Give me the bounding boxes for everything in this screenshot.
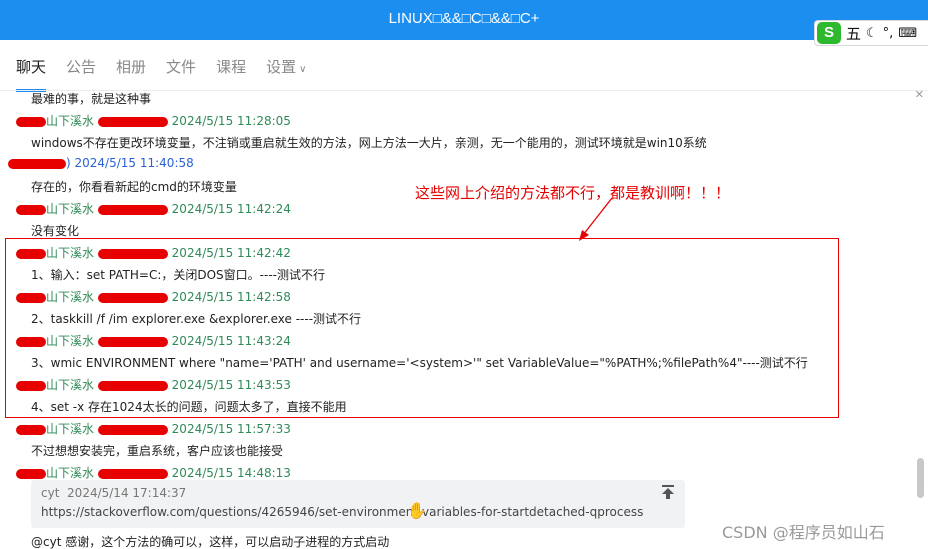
message-header: 山下溪水 2024/5/15 14:48:13 bbox=[16, 464, 291, 481]
highlight-box bbox=[5, 238, 839, 418]
message-text: 没有变化 bbox=[31, 224, 80, 238]
message-time: 2024/5/15 11:40:58 bbox=[74, 156, 194, 170]
quoted-message[interactable]: cyt 2024/5/14 17:14:37 https://stackover… bbox=[31, 480, 685, 528]
tab-courses[interactable]: 课程 bbox=[216, 52, 246, 86]
tab-announcement[interactable]: 公告 bbox=[66, 52, 96, 86]
hand-cursor-icon: ✋ bbox=[407, 501, 427, 520]
annotation-arrow-icon bbox=[579, 197, 613, 241]
redaction-mark bbox=[97, 116, 168, 127]
close-icon[interactable]: ✕ bbox=[915, 88, 924, 101]
quote-link[interactable]: https://stackoverflow.com/questions/4265… bbox=[41, 505, 643, 519]
ime-mode-label[interactable]: 五 bbox=[846, 23, 861, 44]
sender-name[interactable]: 山下溪水 bbox=[46, 466, 94, 480]
keyboard-icon[interactable]: ⌨ bbox=[898, 26, 917, 41]
scroll-to-top-icon[interactable] bbox=[661, 484, 675, 500]
sogou-logo-icon[interactable]: S bbox=[817, 22, 841, 44]
redaction-mark bbox=[97, 468, 168, 479]
scrollbar[interactable] bbox=[917, 458, 924, 498]
title-bar: LINUX□&&□C□&&□C+ bbox=[0, 0, 928, 40]
redaction-mark bbox=[97, 204, 168, 215]
sender-name[interactable]: ) bbox=[66, 156, 71, 170]
tab-album[interactable]: 相册 bbox=[116, 52, 146, 86]
tab-bar: 聊天 公告 相册 文件 课程 设置 ∨ bbox=[0, 52, 310, 92]
annotation-text: 这些网上介绍的方法都不行，都是教训啊！！！ bbox=[415, 184, 731, 202]
tab-files[interactable]: 文件 bbox=[166, 52, 196, 86]
moon-icon[interactable]: ☾ bbox=[866, 26, 878, 41]
quote-header: cyt 2024/5/14 17:14:37 bbox=[41, 486, 186, 500]
sender-name[interactable]: 山下溪水 bbox=[46, 114, 94, 128]
message-time: 2024/5/15 11:28:05 bbox=[171, 114, 291, 128]
tab-chat[interactable]: 聊天 bbox=[16, 52, 47, 92]
message-header: ) 2024/5/15 11:40:58 bbox=[8, 156, 194, 170]
quote-time: 2024/5/14 17:14:37 bbox=[67, 486, 187, 500]
message-text: 存在的，你看看新起的cmd的环境变量 bbox=[31, 180, 237, 194]
redaction-mark bbox=[16, 204, 46, 215]
message-time: 2024/5/15 14:48:13 bbox=[171, 466, 291, 480]
message-text: @cyt 感谢，这个方法的确可以，这样，可以启动子进程的方式启动 bbox=[31, 535, 390, 549]
punctuation-icon[interactable]: °, bbox=[883, 26, 894, 41]
tab-label: 相册 bbox=[116, 58, 147, 76]
message-header: 山下溪水 2024/5/15 11:28:05 bbox=[16, 112, 291, 129]
redaction-mark bbox=[16, 424, 46, 435]
tab-settings[interactable]: 设置 ∨ bbox=[266, 52, 306, 86]
quote-author: cyt bbox=[41, 486, 60, 500]
chevron-down-icon: ∨ bbox=[299, 64, 307, 75]
redaction-mark bbox=[97, 424, 168, 435]
tab-label: 聊天 bbox=[16, 58, 47, 76]
tab-label: 设置 bbox=[266, 58, 297, 76]
sender-name[interactable]: 山下溪水 bbox=[46, 202, 94, 216]
redaction-mark bbox=[16, 468, 46, 479]
message-time: 2024/5/15 11:42:24 bbox=[171, 202, 291, 216]
ime-toolbar[interactable]: S 五 ☾ °, ⌨ bbox=[814, 20, 928, 46]
tab-label: 公告 bbox=[66, 58, 97, 76]
message-header: 山下溪水 2024/5/15 11:42:24 bbox=[16, 200, 291, 217]
message-time: 2024/5/15 11:57:33 bbox=[171, 422, 291, 436]
message-text: 不过想想安装完，重启系统，客户应该也能接受 bbox=[31, 444, 284, 458]
watermark: CSDN @程序员如山石 bbox=[722, 523, 885, 542]
message-text: 最难的事，就是这种事 bbox=[31, 92, 152, 106]
redaction-mark bbox=[8, 158, 66, 169]
tab-label: 文件 bbox=[166, 58, 197, 76]
message-text: windows不存在更改环境变量，不注销或重启就生效的方法，网上方法一大片，亲测… bbox=[31, 136, 707, 150]
message-header: 山下溪水 2024/5/15 11:57:33 bbox=[16, 420, 291, 437]
window-title: LINUX□&&□C□&&□C+ bbox=[388, 10, 540, 27]
sender-name[interactable]: 山下溪水 bbox=[46, 422, 94, 436]
redaction-mark bbox=[16, 116, 46, 127]
tab-label: 课程 bbox=[216, 58, 247, 76]
